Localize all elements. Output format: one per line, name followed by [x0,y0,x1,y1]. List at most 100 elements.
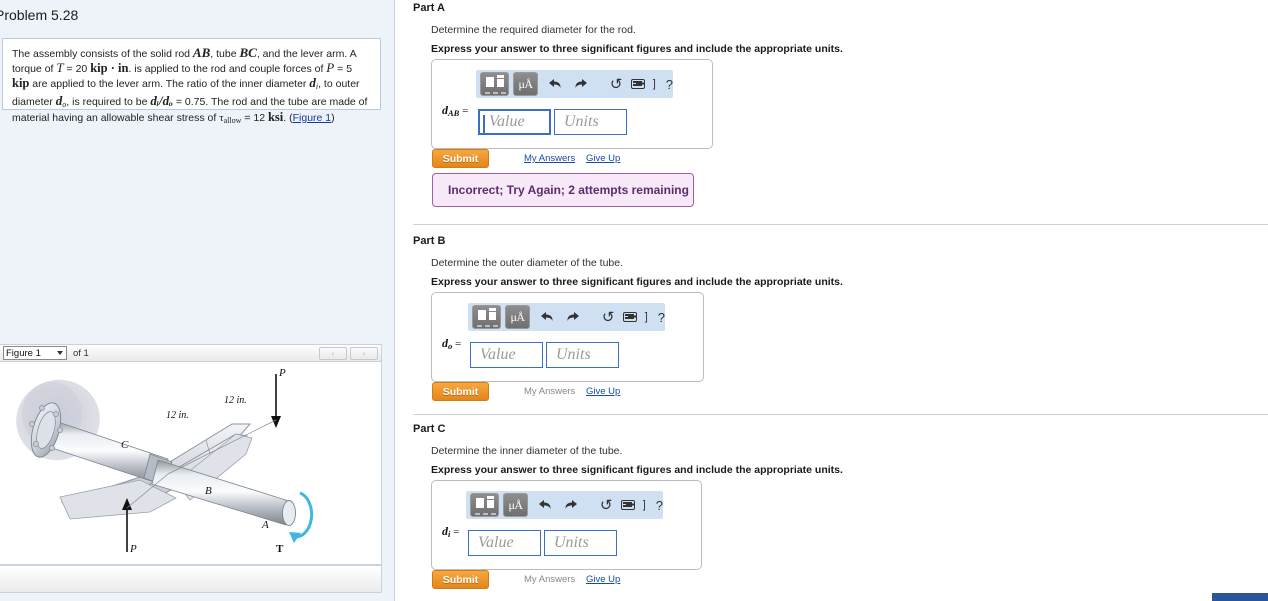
figure-nav: ‹ › [319,347,378,360]
stmt-s7: are applied to the lever arm. The ratio … [29,78,310,91]
part-c-answer-label: di = [442,524,459,539]
stmt-t-unit: kip · in [90,61,129,76]
main-content: Part A Determine the required diameter f… [396,0,1268,601]
stmt-tube: BC [239,45,257,60]
reset-icon[interactable]: ↺ [602,308,615,326]
part-c-toolbar: μÅ ↺ ] ? [466,491,663,519]
stmt-s13: ) [331,111,335,124]
part-b-divider [413,224,1268,225]
reset-icon[interactable]: ↺ [610,75,623,93]
svg-text:12 in.: 12 in. [224,395,247,406]
part-a-units-placeholder: Units [564,113,599,130]
stmt-ratio: dᵢ/dₒ [150,92,173,108]
reset-icon[interactable]: ↺ [600,496,613,514]
redo-arrow-icon[interactable] [566,310,580,324]
part-b-prompt: Determine the outer diameter of the tube… [431,257,624,269]
units-icon[interactable]: μÅ [503,493,528,517]
stmt-s5: . is applied to the rod and couple force… [128,63,327,76]
part-c-my-answers-label: My Answers [524,574,576,585]
stmt-rod: AB [192,45,211,60]
part-c-title: Part C [413,423,446,435]
svg-text:T: T [276,543,284,555]
redo-arrow-icon[interactable] [564,498,578,512]
part-b-value-input[interactable]: Value [470,342,543,368]
bracket-icon[interactable]: ] [645,311,648,323]
stmt-s4: = 20 [63,63,91,76]
template-icon[interactable] [472,305,502,329]
part-c-label-eq: = [450,526,460,538]
bracket-icon[interactable]: ] [653,78,656,90]
part-b-my-answers-label: My Answers [524,386,576,397]
part-c-answer-box: μÅ ↺ ] ? di = Value Units [431,480,702,570]
page-root: Problem 5.28 The assembly consists of th… [0,0,1268,601]
help-icon[interactable]: ? [656,498,663,513]
undo-arrow-icon[interactable] [538,498,552,512]
template-icon[interactable] [470,493,500,517]
part-a-value-placeholder: Value [489,113,525,130]
part-a-value-input[interactable]: Value [478,109,551,135]
part-b-answer-box: μÅ ↺ ] ? do = Value Units [431,292,704,382]
keyboard-icon[interactable] [621,500,635,510]
svg-text:P: P [129,543,137,555]
stmt-s6: = 5 [334,63,353,76]
part-c-give-up-link[interactable]: Give Up [586,574,620,585]
stmt-tau-unit: ksi [267,109,284,124]
template-icon[interactable] [480,72,510,96]
figure-panel-footer [0,565,382,593]
part-b-give-up-link[interactable]: Give Up [586,386,620,397]
part-b-units-placeholder: Units [556,346,591,363]
help-icon[interactable]: ? [666,77,673,92]
part-a-prompt: Determine the required diameter for the … [431,24,636,36]
units-icon[interactable]: μÅ [505,305,530,329]
svg-text:P: P [278,367,286,379]
figure-prev-button[interactable]: ‹ [319,347,347,360]
units-icon[interactable]: μÅ [513,72,538,96]
part-b-units-input[interactable]: Units [546,342,619,368]
assembly-diagram: 12 in. 12 in. P P C B A T [16,367,314,555]
page-title: Problem 5.28 [0,7,79,23]
part-c-units-input[interactable]: Units [544,530,617,556]
part-c-prompt: Determine the inner diameter of the tube… [431,445,623,457]
part-c-divider [413,414,1268,415]
part-a-my-answers-link[interactable]: My Answers [524,153,575,164]
part-a-instruction: Express your answer to three significant… [431,43,843,55]
svg-text:12 in.: 12 in. [166,410,189,421]
stmt-t-symbol: T [56,60,64,76]
part-a-answer-label: dAB = [442,103,468,118]
part-b-answer-label: do = [442,336,461,351]
help-icon[interactable]: ? [658,310,665,325]
figure-select[interactable]: Figure 1 [3,346,67,360]
part-c-submit-button[interactable]: Submit [432,570,489,589]
part-a-feedback: Incorrect; Try Again; 2 attempts remaini… [432,173,694,207]
stmt-s2: , tube [210,48,240,60]
keyboard-icon[interactable] [623,312,637,322]
part-a-label-sub: AB [448,108,460,118]
part-a-units-input[interactable]: Units [554,109,627,135]
part-b-title: Part B [413,235,446,247]
figure-panel-body: 12 in. 12 in. P P C B A T [0,362,382,565]
part-a-give-up-link[interactable]: Give Up [586,153,620,164]
undo-arrow-icon[interactable] [548,77,562,91]
keyboard-icon[interactable] [631,79,645,89]
part-c-value-input[interactable]: Value [468,530,541,556]
redo-arrow-icon[interactable] [574,77,588,91]
undo-arrow-icon[interactable] [540,310,554,324]
stmt-s9: , is required to be [66,95,151,108]
part-a-title: Part A [413,2,445,14]
text-caret [483,115,485,133]
part-a-toolbar: μÅ ↺ ] ? [476,70,673,98]
svg-text:C: C [121,439,129,451]
part-a-submit-button[interactable]: Submit [432,149,489,168]
part-b-submit-button[interactable]: Submit [432,382,489,401]
part-c-value-placeholder: Value [478,534,514,551]
figure-select-value: Figure 1 [6,347,41,359]
stmt-tau-sub: allow [223,115,242,125]
part-c-units-placeholder: Units [554,534,589,551]
stmt-s11: = 12 [241,111,268,124]
figure-link[interactable]: Figure 1 [293,112,332,124]
bracket-icon[interactable]: ] [643,499,646,511]
part-a-answer-box: μÅ ↺ ] ? dAB = Value Units [431,59,713,149]
corner-accent [1212,593,1268,601]
figure-next-button[interactable]: › [350,347,378,360]
stmt-s1: The assembly consists of the solid rod [12,48,193,60]
